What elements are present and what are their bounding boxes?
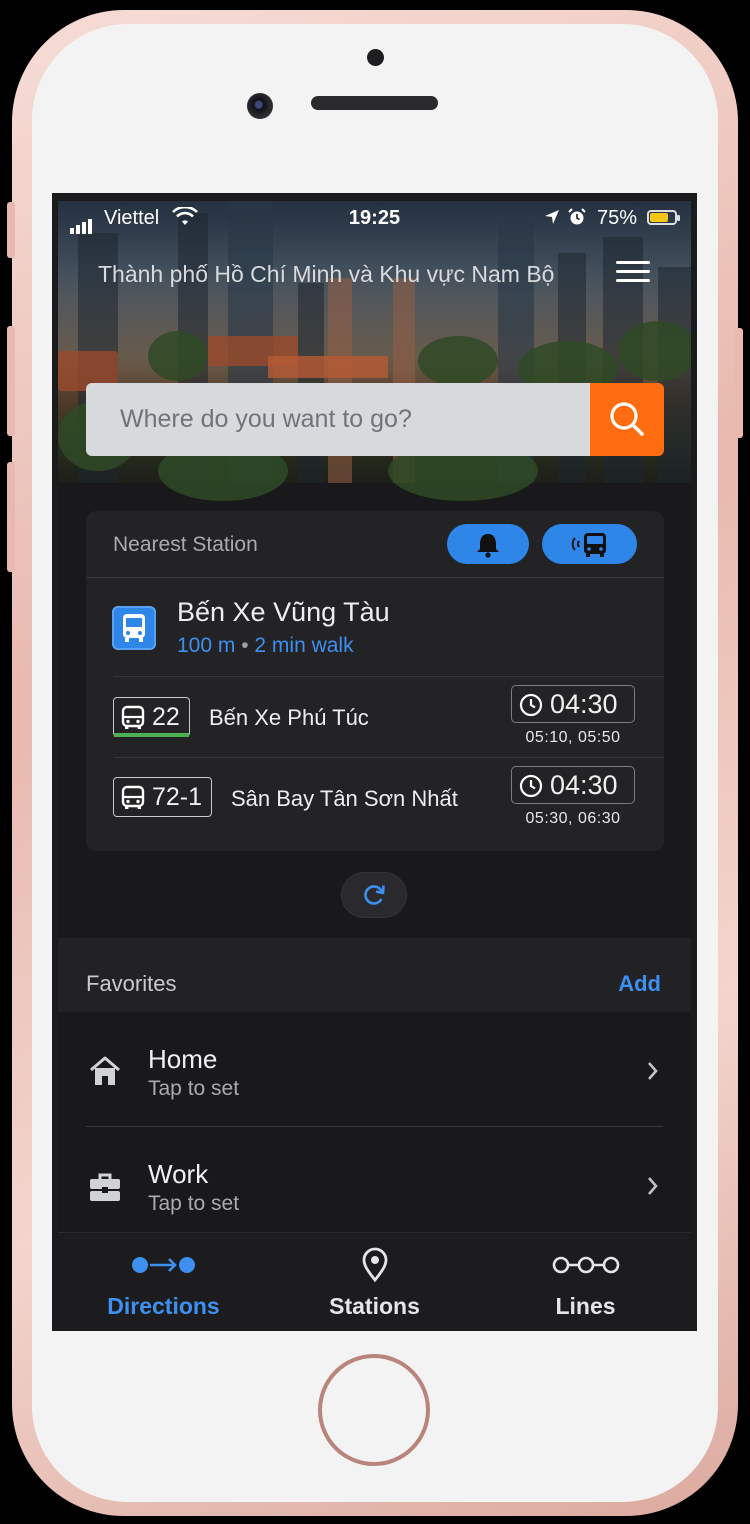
tab-label: Directions (107, 1293, 220, 1319)
tab-lines[interactable]: Lines (480, 1233, 691, 1325)
walk-time: 2 min walk (254, 634, 354, 657)
bottom-tab-bar: Directions Stations Lines (58, 1232, 691, 1325)
refresh-button[interactable] (341, 872, 407, 918)
route-color-line (114, 733, 189, 737)
home-icon (90, 1056, 120, 1085)
route-destination: Sân Bay Tân Sơn Nhất (231, 786, 458, 811)
route-destination: Bến Xe Phú Túc (209, 705, 369, 730)
chevron-right-icon (648, 1062, 658, 1080)
home-button[interactable] (318, 1354, 430, 1466)
bus-station-icon (112, 606, 156, 650)
status-bar: Viettel 19:25 75% (58, 201, 691, 237)
earpiece-speaker (311, 96, 438, 110)
favorite-home-item[interactable]: Home Tap to set (58, 1012, 691, 1125)
tab-label: Lines (555, 1293, 616, 1319)
clock-icon (519, 774, 543, 798)
refresh-icon (364, 885, 385, 905)
station-name[interactable]: Bến Xe Vũng Tàu (177, 597, 390, 628)
app-screen: Viettel 19:25 75% Thành phố Hồ Chí Minh … (52, 193, 697, 1331)
directions-icon (131, 1257, 195, 1273)
distance-value: 100 m (177, 634, 236, 657)
nearest-station-header: Nearest Station (86, 511, 664, 578)
volume-down-button (7, 462, 15, 572)
route-number: 72-1 (152, 783, 203, 811)
alarm-clock-icon (568, 208, 586, 225)
lines-icon (552, 1256, 619, 1274)
region-title[interactable]: Thành phố Hồ Chí Minh và Khu vực Nam Bộ (98, 261, 554, 288)
silent-switch (7, 202, 15, 258)
favorites-header: Favorites Add (58, 938, 691, 1012)
favorites-label: Favorites (86, 971, 177, 996)
clock-icon (519, 693, 543, 717)
search-button[interactable] (590, 383, 664, 456)
map-pin-icon (362, 1247, 387, 1283)
next-arrivals: 05:30, 06:30 (525, 810, 621, 827)
battery-percent: 75% (596, 207, 637, 229)
briefcase-icon (90, 1173, 120, 1201)
hamburger-menu-icon[interactable] (616, 261, 650, 283)
bell-icon (477, 534, 499, 558)
proximity-sensor (367, 49, 384, 66)
live-bus-tracking-button[interactable] (542, 524, 637, 564)
notification-button[interactable] (447, 524, 529, 564)
location-arrow-icon (545, 210, 559, 224)
favorite-work-item[interactable]: Work Tap to set (58, 1127, 691, 1240)
route-number-badge: 22 (113, 697, 190, 737)
nearest-station-label: Nearest Station (113, 533, 258, 556)
separator-dot: • (241, 634, 255, 657)
tab-directions[interactable]: Directions (58, 1233, 269, 1325)
eta-time: 04:30 (550, 770, 618, 800)
tab-stations[interactable]: Stations (269, 1233, 480, 1325)
bus-icon (121, 785, 145, 809)
divider (114, 676, 664, 677)
search-icon (610, 402, 644, 436)
eta-time: 04:30 (550, 689, 618, 719)
next-arrivals: 05:10, 05:50 (525, 729, 621, 746)
live-bus-icon (571, 533, 606, 557)
divider (114, 757, 664, 758)
bus-icon (121, 705, 145, 729)
volume-up-button (7, 326, 15, 436)
nearest-station-card: Nearest Station Bến Xe Vũng Tàu 100 m • … (86, 511, 664, 851)
favorite-title: Home (148, 1044, 218, 1074)
chevron-right-icon (648, 1177, 658, 1195)
battery-icon (647, 210, 680, 225)
favorite-title: Work (148, 1159, 209, 1189)
add-favorite-button[interactable]: Add (618, 971, 661, 997)
favorite-subtitle: Tap to set (148, 1192, 240, 1215)
favorite-subtitle: Tap to set (148, 1077, 240, 1100)
route-number: 22 (152, 703, 180, 731)
tab-label: Stations (329, 1293, 420, 1319)
station-distance: 100 m • 2 min walk (177, 634, 354, 658)
eta-box: 04:30 (511, 766, 635, 804)
route-number-badge: 72-1 (113, 777, 212, 817)
eta-box: 04:30 (511, 685, 635, 723)
destination-search-input[interactable] (86, 383, 591, 456)
power-button (735, 328, 743, 438)
front-camera (247, 93, 273, 119)
